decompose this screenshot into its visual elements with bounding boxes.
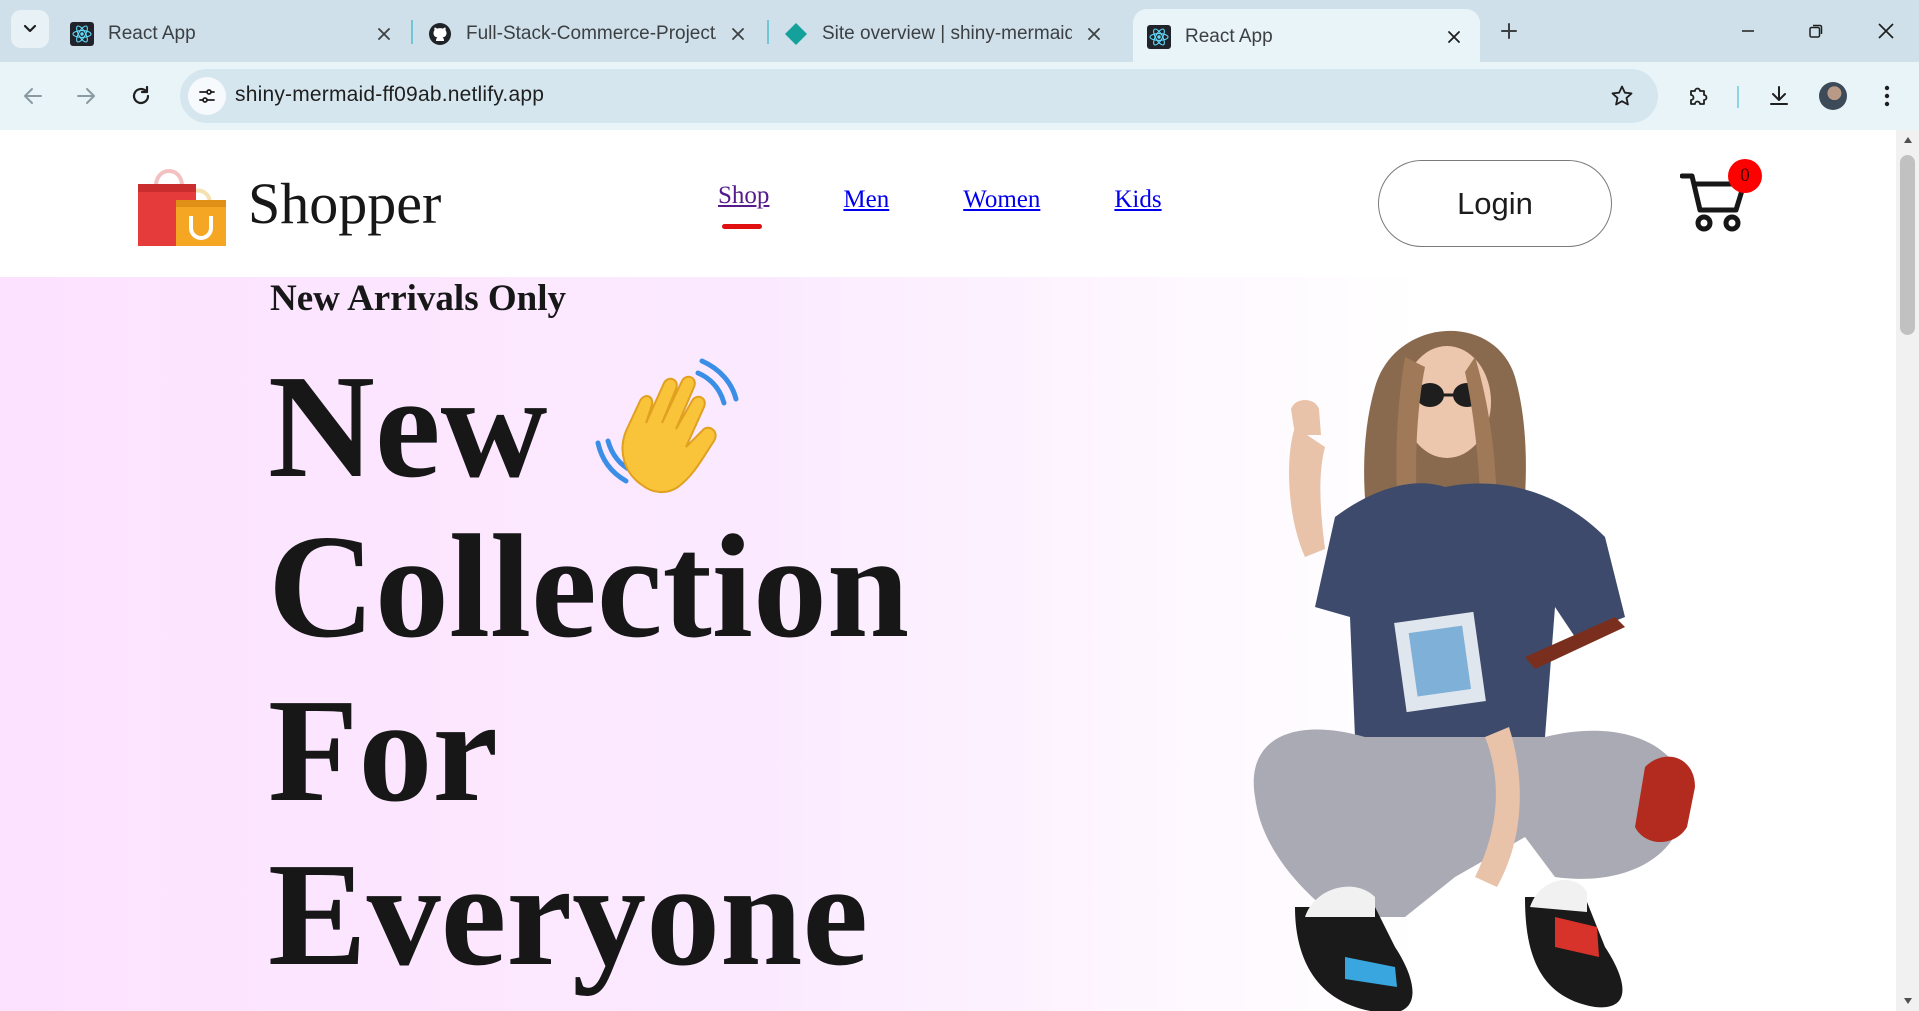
- scrollbar-thumb[interactable]: [1900, 155, 1915, 335]
- plus-icon: [1501, 23, 1517, 39]
- hero-section: New Arrivals Only New Collection For Eve…: [0, 277, 1896, 1011]
- browser-tab[interactable]: Site overview | shiny-mermaid-f: [770, 8, 1120, 60]
- restore-button[interactable]: [1799, 14, 1833, 48]
- react-icon: [1147, 24, 1171, 49]
- browser-toolbar: shiny-mermaid-ff09ab.netlify.app: [0, 62, 1919, 130]
- cart-count-badge: 0: [1728, 159, 1762, 193]
- hero-headline-line: Collection: [268, 505, 910, 669]
- waving-hand-icon: [595, 358, 739, 493]
- back-button[interactable]: [15, 78, 51, 114]
- downloads-button[interactable]: [1761, 78, 1797, 114]
- browser-tab[interactable]: React App: [56, 8, 410, 60]
- close-icon[interactable]: [1082, 22, 1106, 46]
- tab-strip: React App Full-Stack-Commerce-Project/sr…: [0, 0, 1919, 64]
- netlify-icon: [784, 22, 808, 46]
- shopping-bag-icon: [138, 169, 226, 246]
- url-text: shiny-mermaid-ff09ab.netlify.app: [235, 83, 545, 106]
- hero-kicker: New Arrivals Only: [270, 278, 566, 319]
- puzzle-icon: [1690, 87, 1708, 105]
- close-icon[interactable]: [372, 22, 396, 46]
- forward-button[interactable]: [68, 78, 104, 114]
- browser-tab-active[interactable]: React App: [1133, 9, 1480, 64]
- bookmark-button[interactable]: [1608, 82, 1636, 110]
- chevron-down-icon: [23, 24, 37, 33]
- toolbar-divider: [1737, 86, 1739, 108]
- close-icon[interactable]: [726, 22, 750, 46]
- arrow-right-icon: [77, 88, 95, 104]
- scroll-up-icon[interactable]: [1896, 130, 1919, 150]
- menu-item-men[interactable]: Men: [843, 186, 889, 214]
- tab-title: React App: [108, 23, 196, 44]
- site-info-button[interactable]: [188, 77, 226, 115]
- brand-name: Shopper: [248, 170, 442, 236]
- minimize-button[interactable]: [1731, 14, 1765, 48]
- reload-icon: [132, 85, 150, 105]
- close-window-button[interactable]: [1869, 14, 1903, 48]
- login-button[interactable]: Login: [1378, 160, 1612, 247]
- tune-icon: [199, 89, 215, 103]
- hero-model-image: [1253, 330, 1695, 1011]
- tab-title: Site overview | shiny-mermaid-f: [822, 23, 1072, 44]
- download-icon: [1770, 86, 1788, 105]
- menu-item-label: Shop: [718, 182, 770, 209]
- browser-menu-button[interactable]: [1869, 78, 1905, 114]
- menu-item-shop[interactable]: Shop: [718, 182, 770, 229]
- profile-avatar[interactable]: [1819, 82, 1847, 110]
- tab-title: Full-Stack-Commerce-Project/sr: [466, 23, 716, 44]
- scroll-down-icon[interactable]: [1896, 991, 1919, 1011]
- close-icon: [1878, 23, 1894, 39]
- star-icon: [1611, 85, 1633, 106]
- new-tab-button[interactable]: [1492, 14, 1526, 48]
- hero-headline-line: For: [268, 669, 499, 833]
- reload-button[interactable]: [123, 78, 159, 114]
- hero-headline-line: New: [268, 345, 548, 509]
- menu-item-kids[interactable]: Kids: [1114, 186, 1161, 214]
- restore-icon: [1809, 24, 1823, 38]
- page-scrollbar[interactable]: [1896, 130, 1919, 1011]
- tab-separator: [767, 20, 769, 44]
- address-bar[interactable]: shiny-mermaid-ff09ab.netlify.app: [180, 69, 1658, 123]
- browser-chrome: React App Full-Stack-Commerce-Project/sr…: [0, 0, 1919, 130]
- extensions-button[interactable]: [1681, 78, 1717, 114]
- page-viewport: Shopper Shop Men Women Kids Login 0 New …: [0, 130, 1896, 1011]
- tab-separator: [411, 20, 413, 44]
- tab-title: React App: [1185, 25, 1273, 47]
- react-icon: [70, 22, 94, 46]
- site-logo[interactable]: Shopper: [136, 160, 441, 246]
- active-menu-indicator: [722, 224, 762, 229]
- menu-item-women[interactable]: Women: [963, 186, 1040, 214]
- browser-tab[interactable]: Full-Stack-Commerce-Project/sr: [414, 8, 764, 60]
- github-icon: [428, 22, 452, 46]
- tab-search-button[interactable]: [11, 10, 49, 48]
- close-icon[interactable]: [1442, 25, 1466, 49]
- hero-headline-line: Everyone: [268, 833, 869, 997]
- minimize-icon: [1742, 30, 1754, 32]
- site-navbar: Shopper Shop Men Women Kids Login 0: [0, 130, 1896, 277]
- arrow-left-icon: [24, 88, 42, 104]
- more-vert-icon: [1884, 85, 1890, 107]
- main-menu: Shop Men Women Kids: [718, 182, 1162, 229]
